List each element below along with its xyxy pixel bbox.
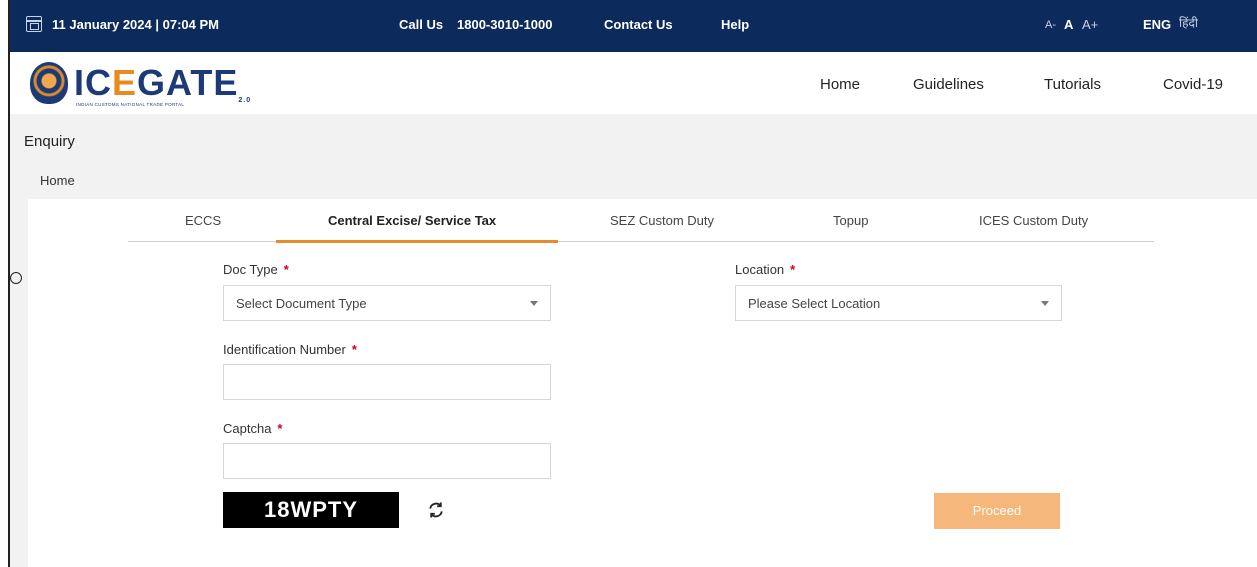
window-edge-handle [10,272,22,284]
active-tab-indicator [276,240,558,243]
tab-sez-custom-duty[interactable]: SEZ Custom Duty [610,213,714,228]
font-increase-button[interactable]: A+ [1082,17,1098,32]
chevron-down-icon [530,301,538,306]
help-link[interactable]: Help [721,17,749,32]
chevron-down-icon [1041,301,1049,306]
font-decrease-button[interactable]: A- [1045,19,1056,31]
emblem-icon [30,62,68,104]
lang-eng-button[interactable]: ENG [1143,17,1171,32]
lang-hindi-button[interactable]: हिंदी [1179,14,1198,31]
nav-home[interactable]: Home [820,76,860,93]
icegate-logo[interactable]: ICEGATE2.0 INDIAN CUSTOMS NATIONAL TRADE… [30,58,250,110]
location-selected: Please Select Location [748,296,881,311]
proceed-button[interactable]: Proceed [934,493,1060,529]
identification-number-label: Identification Number * [223,342,357,357]
call-us-label: Call Us [399,17,444,32]
nav-covid-19[interactable]: Covid-19 [1163,76,1223,93]
location-label: Location * [735,262,796,277]
refresh-captcha-icon[interactable] [426,500,446,520]
location-select[interactable]: Please Select Location [735,285,1062,321]
logo-subtitle: INDIAN CUSTOMS NATIONAL TRADE PORTAL [76,102,185,107]
captcha-image: 18WPTY [223,492,399,528]
tab-central-excise[interactable]: Central Excise/ Service Tax [328,213,496,228]
tab-ices-custom-duty[interactable]: ICES Custom Duty [979,213,1088,228]
date-time: 11 January 2024 | 07:04 PM [52,17,219,32]
tab-eccs[interactable]: ECCS [185,213,221,228]
tab-bar: ECCS Central Excise/ Service Tax SEZ Cus… [128,199,1154,243]
nav-tutorials[interactable]: Tutorials [1044,76,1101,93]
doc-type-selected: Select Document Type [236,296,367,311]
captcha-input[interactable] [223,443,551,479]
main-navbar: ICEGATE2.0 INDIAN CUSTOMS NATIONAL TRADE… [10,52,1257,114]
tab-topup[interactable]: Topup [833,213,868,228]
top-bar: 11 January 2024 | 07:04 PM Call Us 1800-… [10,0,1257,52]
doc-type-select[interactable]: Select Document Type [223,285,551,321]
nav-guidelines[interactable]: Guidelines [913,76,984,93]
page-content: Enquiry Home ECCS Central Excise/ Servic… [10,114,1257,567]
page-title: Enquiry [24,133,75,150]
calendar-icon [26,16,42,32]
identification-number-input[interactable] [223,364,551,400]
browser-frame: 11 January 2024 | 07:04 PM Call Us 1800-… [8,0,1257,567]
doc-type-label: Doc Type * [223,262,289,277]
captcha-label: Captcha * [223,421,283,436]
logo-wordmark: ICEGATE2.0 [74,62,252,104]
breadcrumb-home[interactable]: Home [40,173,75,188]
call-us-number[interactable]: 1800-3010-1000 [457,17,552,32]
contact-us-link[interactable]: Contact Us [604,17,673,32]
font-normal-button[interactable]: A [1064,17,1073,32]
enquiry-card: ECCS Central Excise/ Service Tax SEZ Cus… [28,199,1257,567]
